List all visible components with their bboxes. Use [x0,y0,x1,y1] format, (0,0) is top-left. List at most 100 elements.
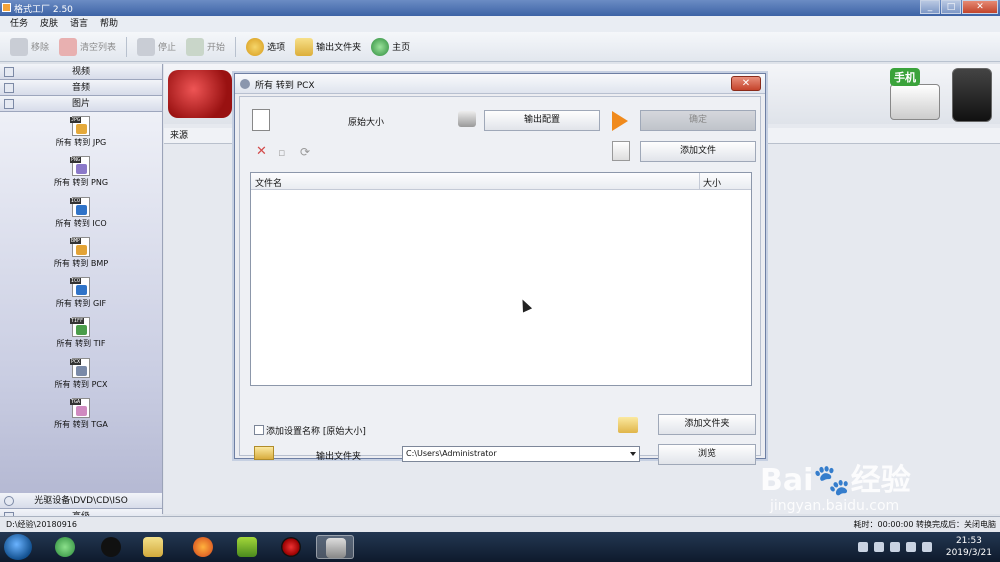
taskbar-app-recorder[interactable] [272,535,310,559]
format-item[interactable]: PNG 所有 转到 PNG [0,156,162,196]
format-item[interactable]: ICO 所有 转到 GIF [0,277,162,317]
add-file-icon [612,141,630,161]
clock-time: 21:53 [955,536,982,546]
close-window-button[interactable]: ✕ [962,0,998,14]
add-setting-name-checkbox[interactable] [254,425,264,435]
sidebar-category-video[interactable]: 视频 [0,64,162,80]
add-folder-button[interactable]: 添加文件夹 [658,414,756,435]
format-tag: ICO [70,197,82,204]
output-folder-label: 输出文件夹 [316,43,362,53]
menu-task[interactable]: 任务 [10,16,28,32]
menu-help[interactable]: 帮助 [100,16,118,32]
taskbar-app-firefox[interactable] [184,535,222,559]
record-icon [281,537,301,557]
format-list: JPG 所有 转到 JPG PNG 所有 转到 PNG ICO 所有 转到 ICO BMP 所… [0,112,162,493]
pda-icon [890,84,940,120]
format-item[interactable]: TGA 所有 转到 TGA [0,398,162,438]
toolbar-separator [235,36,237,57]
start-button[interactable] [4,534,32,560]
taskbar-app-qq[interactable] [92,535,130,559]
picture-icon [4,99,14,109]
category-label: 视频 [71,67,90,77]
refresh-icon[interactable]: ⟳ [300,145,314,159]
minimize-button[interactable]: _ [920,0,940,14]
pcx-format-icon [252,109,270,131]
column-size[interactable]: 大小 [703,176,721,189]
options-button[interactable]: 选项 [246,37,285,56]
format-file-icon: ICO [70,277,90,298]
output-path-value: C:\Users\Administrator [406,449,497,458]
tray-icon[interactable] [858,542,868,552]
format-file-icon: ICO [70,196,90,217]
dialog-icon [240,79,250,89]
sidebar-category-optical[interactable]: 光驱设备\DVD\CD\ISO [0,493,162,509]
menu-bar: 任务 皮肤 语言 帮助 [0,16,1000,32]
maximize-button[interactable]: □ [941,0,961,14]
app-logo-icon [2,3,11,12]
output-folder-button[interactable]: 输出文件夹 [295,37,362,56]
sidebar: 视频 音频 图片 JPG 所有 转到 JPG PNG 所有 转到 PNG ICO 所有 转… [0,64,163,525]
title-bar: 格式工厂 2.50 _ □ ✕ [0,0,1000,16]
clear-icon[interactable]: ▫ [278,146,292,160]
format-image-icon [76,285,87,296]
format-file-icon: PNG [70,156,90,177]
taskbar-app-media[interactable] [228,535,266,559]
clear-list-button[interactable]: 清空列表 [59,37,116,56]
browse-button[interactable]: 浏览 [658,444,756,465]
output-path-select[interactable]: C:\Users\Administrator [402,446,640,462]
output-config-button[interactable]: 输出配置 [484,110,600,131]
taskbar-app-1[interactable] [46,535,84,559]
stop-button[interactable]: 停止 [137,37,176,56]
format-image-icon [76,204,87,215]
phone-icon[interactable] [952,68,992,122]
toolbar-separator [126,36,128,57]
format-item[interactable]: BMP 所有 转到 BMP [0,236,162,277]
format-label: 所有 转到 TIF [56,339,106,349]
format-file-icon: JPG [70,116,90,136]
menu-skin[interactable]: 皮肤 [40,16,58,32]
taskbar-app-formatfactory[interactable] [316,535,354,559]
sidebar-category-picture[interactable]: 图片 [0,96,162,112]
format-item[interactable]: PCX 所有 转到 PCX [0,357,162,398]
add-file-button[interactable]: 添加文件 [640,141,756,162]
audio-icon [4,83,14,93]
format-tag: BMP [70,237,82,244]
taskbar-app-explorer[interactable] [134,535,172,559]
disc-icon [4,496,14,506]
column-filename[interactable]: 文件名 [255,176,282,189]
baidu-watermark: Bai🐾经验 [760,463,911,498]
format-item[interactable]: JPG 所有 转到 JPG [0,116,162,156]
chevron-down-icon [630,452,636,456]
format-tag: TIFF [70,318,85,325]
tray-flag-icon[interactable] [874,542,884,552]
file-table-header: 文件名 大小 [251,173,751,190]
original-size-label: 原始大小 [348,118,385,128]
format-label: 所有 转到 GIF [55,299,107,309]
clock[interactable]: 21:53 2019/3/21 [946,535,992,559]
format-item[interactable]: ICO 所有 转到 ICO [0,196,162,237]
delete-icon[interactable]: ✕ [256,145,270,160]
format-file-icon: TIFF [70,317,90,338]
format-tag: TGA [70,399,82,406]
start-button[interactable]: 开始 [186,37,225,56]
format-label: 所有 转到 PNG [53,178,109,188]
dialog-title: 所有 转到 PCX [255,81,315,91]
add-folder-icon [618,417,638,433]
media-icon [237,537,257,557]
menu-language[interactable]: 语言 [70,16,88,32]
column-divider[interactable] [699,173,700,190]
ok-button[interactable]: 确定 [640,110,756,131]
format-label: 所有 转到 ICO [55,218,107,228]
tray-volume-icon[interactable] [906,542,916,552]
sidebar-category-audio[interactable]: 音频 [0,80,162,96]
app-icon-green [55,537,75,557]
tray-network-icon[interactable] [890,542,900,552]
file-table[interactable]: 文件名 大小 [250,172,752,386]
tray-ime-icon[interactable] [922,542,932,552]
format-file-icon: PCX [70,357,90,378]
home-button[interactable]: 主页 [371,37,410,56]
dialog-close-button[interactable]: ✕ [731,76,761,91]
remove-button[interactable]: 移除 [10,37,49,56]
format-item[interactable]: TIFF 所有 转到 TIF [0,317,162,357]
clock-date: 2019/3/21 [945,548,992,558]
